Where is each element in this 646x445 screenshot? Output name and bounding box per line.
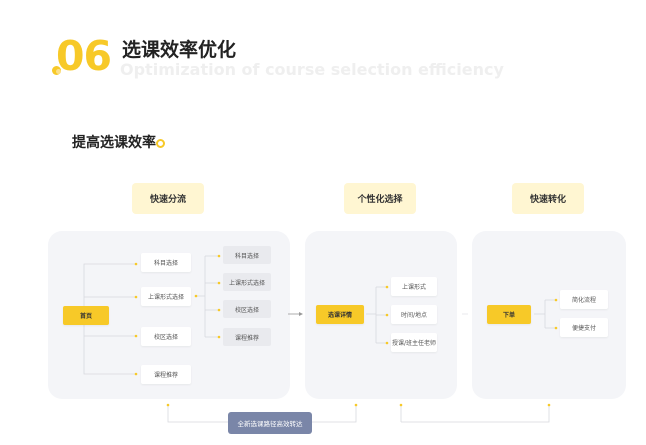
- node-class-format: 上课形式: [391, 277, 437, 296]
- node-home: 首页: [63, 306, 109, 325]
- node-campus-selection-secondary: 校区选择: [223, 300, 271, 318]
- node-campus-selection: 校区选择: [141, 327, 191, 346]
- node-course-recommendation-secondary: 课程推荐: [223, 328, 271, 346]
- node-convenient-payment: 便捷支付: [560, 318, 608, 337]
- node-place-order: 下单: [487, 305, 531, 324]
- node-time-location: 时间/地点: [391, 305, 437, 324]
- new-course-path-label: 全新选课路径高效转达: [228, 412, 312, 434]
- node-course-details: 选课详情: [316, 305, 364, 324]
- connector-lines: [83, 254, 558, 423]
- node-subject-selection-secondary: 科目选择: [223, 246, 271, 264]
- node-subject-selection: 科目选择: [141, 253, 191, 272]
- node-teacher: 授课/班主任老师: [391, 333, 437, 352]
- node-course-recommendation: 课程推荐: [141, 365, 191, 384]
- node-class-format-selection-secondary: 上课形式选择: [223, 273, 271, 291]
- node-class-format-selection: 上课形式选择: [141, 287, 191, 306]
- node-simplified-process: 简化流程: [560, 290, 608, 309]
